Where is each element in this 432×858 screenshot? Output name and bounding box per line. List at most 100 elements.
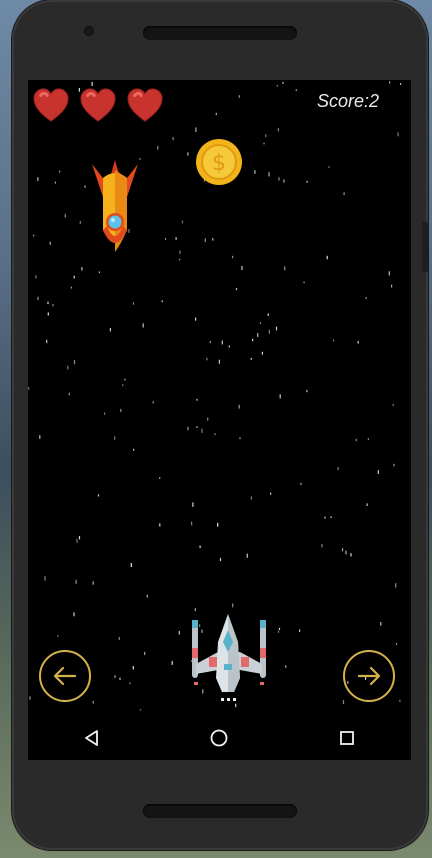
star bbox=[179, 258, 181, 261]
star bbox=[367, 438, 369, 440]
star bbox=[235, 288, 238, 291]
star bbox=[114, 675, 116, 678]
recents-icon bbox=[340, 731, 355, 745]
star bbox=[350, 553, 352, 557]
nav-back-button[interactable] bbox=[78, 724, 106, 752]
star bbox=[196, 426, 198, 428]
star bbox=[263, 142, 265, 145]
bottom-speaker bbox=[143, 804, 297, 818]
star bbox=[194, 608, 196, 612]
star bbox=[132, 302, 135, 305]
star bbox=[355, 438, 357, 442]
star bbox=[196, 399, 198, 401]
star bbox=[181, 220, 184, 224]
star bbox=[35, 275, 37, 279]
star bbox=[139, 709, 142, 711]
star bbox=[241, 266, 243, 270]
heart-icon bbox=[80, 88, 116, 122]
star bbox=[133, 448, 135, 451]
star bbox=[284, 266, 286, 271]
star bbox=[73, 612, 75, 617]
star bbox=[73, 275, 75, 279]
star bbox=[219, 557, 222, 562]
star bbox=[282, 81, 284, 84]
android-navigation-bar bbox=[28, 716, 411, 760]
star bbox=[207, 417, 209, 421]
star bbox=[365, 297, 367, 300]
star bbox=[175, 237, 177, 240]
nav-home-button[interactable] bbox=[205, 724, 233, 752]
arrow-right-icon bbox=[357, 666, 381, 686]
star bbox=[92, 700, 94, 704]
star bbox=[326, 255, 328, 260]
star bbox=[250, 496, 252, 500]
star bbox=[277, 630, 280, 633]
star bbox=[92, 581, 94, 585]
star bbox=[395, 642, 398, 646]
star bbox=[39, 435, 41, 439]
star bbox=[232, 255, 234, 259]
star bbox=[343, 192, 345, 195]
star bbox=[278, 177, 280, 181]
star bbox=[221, 340, 223, 345]
star bbox=[238, 95, 240, 98]
star bbox=[171, 661, 173, 665]
star bbox=[366, 503, 368, 506]
star bbox=[300, 482, 302, 485]
star bbox=[73, 359, 76, 365]
star bbox=[268, 329, 270, 334]
star bbox=[201, 428, 203, 433]
star bbox=[144, 651, 146, 656]
star bbox=[120, 408, 122, 412]
nav-recents-button[interactable] bbox=[333, 724, 361, 752]
star bbox=[64, 213, 66, 218]
back-icon bbox=[84, 730, 98, 746]
star bbox=[400, 83, 402, 85]
star bbox=[159, 523, 161, 527]
arrow-left-icon bbox=[53, 666, 77, 686]
star bbox=[109, 327, 111, 332]
star bbox=[47, 312, 49, 316]
star bbox=[303, 281, 305, 284]
move-left-button[interactable] bbox=[39, 650, 91, 702]
star bbox=[279, 394, 281, 399]
star bbox=[395, 583, 397, 588]
star bbox=[250, 357, 252, 360]
star bbox=[187, 152, 189, 156]
game-screen[interactable]: Score:2 $ bbox=[28, 80, 411, 760]
star bbox=[57, 635, 59, 637]
star bbox=[46, 339, 48, 344]
star bbox=[239, 437, 241, 440]
star bbox=[306, 390, 308, 393]
star bbox=[199, 545, 201, 548]
star bbox=[377, 470, 379, 474]
star bbox=[47, 301, 49, 305]
star bbox=[218, 359, 220, 364]
star bbox=[98, 271, 100, 274]
star bbox=[49, 241, 51, 245]
move-right-button[interactable] bbox=[343, 650, 395, 702]
star bbox=[44, 576, 46, 581]
star bbox=[392, 404, 394, 406]
star bbox=[78, 536, 81, 540]
star bbox=[295, 89, 297, 92]
star bbox=[129, 682, 131, 685]
star bbox=[380, 622, 382, 626]
star bbox=[146, 594, 148, 598]
star bbox=[265, 134, 267, 138]
score-label: Score:2 bbox=[316, 91, 379, 111]
heart-icon bbox=[127, 88, 163, 122]
spaceship-icon[interactable] bbox=[178, 612, 278, 704]
star bbox=[254, 170, 256, 174]
star bbox=[321, 543, 323, 548]
star bbox=[391, 284, 393, 288]
star bbox=[76, 538, 78, 543]
star bbox=[33, 234, 35, 237]
star bbox=[215, 112, 217, 116]
star bbox=[252, 338, 254, 342]
star bbox=[52, 304, 54, 307]
star bbox=[70, 286, 72, 289]
star bbox=[161, 300, 163, 303]
star bbox=[192, 502, 194, 507]
volume-button bbox=[422, 222, 428, 272]
